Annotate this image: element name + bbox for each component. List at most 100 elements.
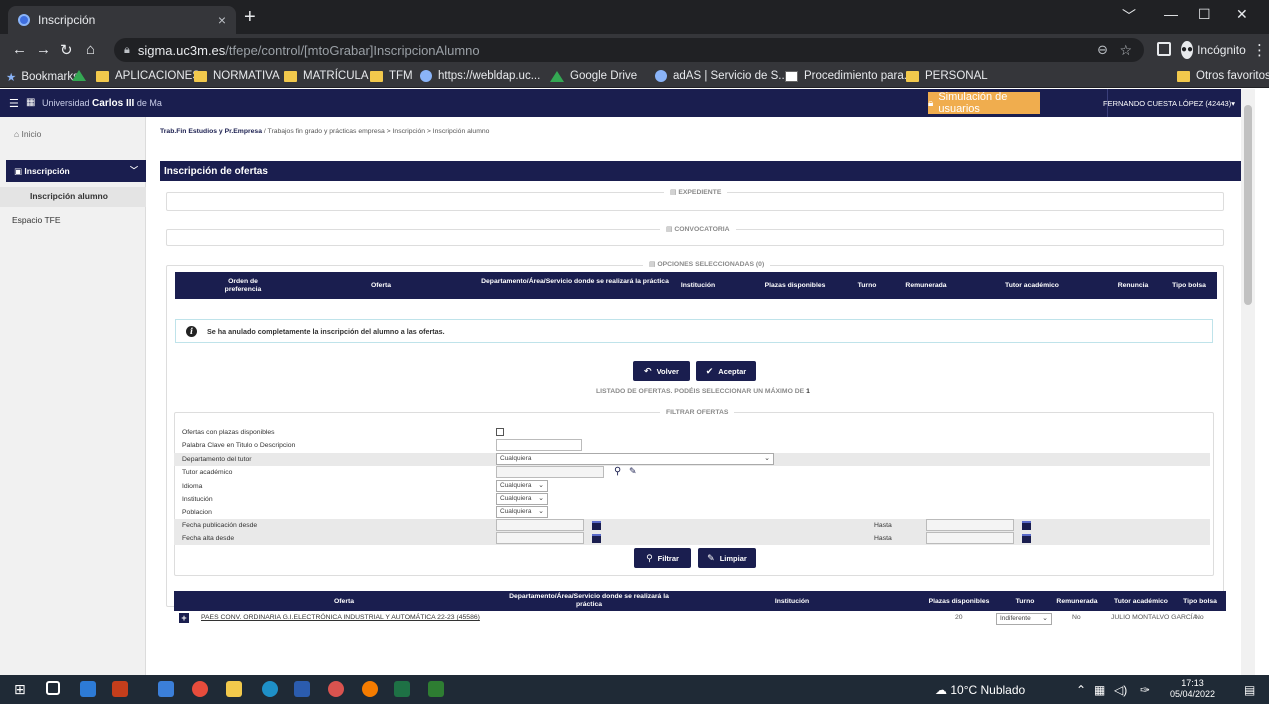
calendar-icon[interactable] bbox=[1022, 521, 1031, 530]
column-header: Tutor académico bbox=[1114, 598, 1168, 605]
tab-close-icon[interactable]: × bbox=[218, 12, 226, 28]
browser-menu-icon[interactable]: ⋮ bbox=[1252, 41, 1267, 59]
site-favicon-icon bbox=[18, 14, 30, 26]
column-header: Institución bbox=[774, 598, 810, 605]
minimize-button[interactable]: — bbox=[1164, 6, 1178, 22]
network-icon[interactable]: ▦ bbox=[1094, 683, 1105, 697]
folder-icon bbox=[1177, 70, 1190, 82]
app-icon[interactable] bbox=[428, 681, 444, 697]
filtrar-button[interactable]: ⚲ Filtrar bbox=[634, 548, 691, 568]
zoom-icon[interactable]: ⊖ bbox=[1097, 42, 1108, 58]
pen-icon[interactable]: ✑ bbox=[1140, 683, 1150, 697]
powerpoint-icon[interactable] bbox=[112, 681, 128, 697]
lock-icon: 🔒︎ bbox=[124, 43, 130, 56]
task-view-icon[interactable] bbox=[46, 681, 60, 695]
system-clock[interactable]: 17:13 05/04/2022 bbox=[1170, 678, 1215, 700]
sidebar-item-inscripcion[interactable]: ▣ Inscripción ﹀ bbox=[6, 160, 146, 182]
limpiar-button[interactable]: ✎ Limpiar bbox=[698, 548, 756, 568]
notifications-icon[interactable]: ▤ bbox=[1244, 683, 1255, 697]
incognito-badge[interactable]: ●● Incógnito bbox=[1181, 39, 1246, 61]
bookmark-webldap[interactable]: https://webldap.uc... bbox=[420, 70, 540, 82]
browser-tab-strip: Inscripción × + ﹀ — ☐ ✕ bbox=[0, 0, 1269, 34]
convocatoria-legend[interactable]: ▤ CONVOCATORIA bbox=[660, 225, 736, 233]
tray-chevron-up-icon[interactable]: ⌃ bbox=[1076, 683, 1086, 697]
url-input[interactable]: 🔒︎ sigma.uc3m.es /tfepe/control/[mtoGrab… bbox=[114, 38, 1144, 62]
chrome-incognito-icon[interactable] bbox=[328, 681, 344, 697]
chrome-icon[interactable] bbox=[192, 681, 208, 697]
department-select[interactable]: Cualquiera ⌄ bbox=[496, 453, 774, 465]
filter-row-departamento: Departamento del tutor Cualquiera ⌄ bbox=[174, 453, 1210, 466]
bookmark-tfm[interactable]: TFM bbox=[370, 70, 413, 82]
browser-tab[interactable]: Inscripción × bbox=[8, 6, 236, 34]
selected-table-header: Orden de preferencia Oferta Departamento… bbox=[175, 272, 1217, 299]
aceptar-button[interactable]: ✔ Aceptar bbox=[696, 361, 756, 381]
calendar-icon[interactable] bbox=[592, 521, 601, 530]
breadcrumb-root[interactable]: Trab.Fin Estudios y Pr.Empresa bbox=[160, 128, 262, 135]
tutor-input[interactable] bbox=[496, 466, 604, 478]
menu-toggle-icon[interactable]: ☰ bbox=[9, 97, 19, 110]
calendar-icon[interactable] bbox=[1022, 534, 1031, 543]
globe-icon bbox=[420, 70, 432, 82]
expand-plus-icon[interactable]: + bbox=[179, 613, 189, 623]
filter-row-tutor: Tutor académico ⚲ ✎ bbox=[182, 466, 637, 478]
town-select[interactable]: Cualquiera ⌄ bbox=[496, 506, 548, 518]
bookmark-bookmarks[interactable]: ★ Bookmarks bbox=[6, 70, 79, 84]
creation-date-to-input[interactable] bbox=[926, 532, 1014, 544]
selected-options-legend[interactable]: ▤ OPCIONES SELECCIONADAS (0) bbox=[643, 260, 771, 268]
bookmark-aplicaciones[interactable]: APLICACIONES bbox=[96, 70, 200, 82]
close-window-button[interactable]: ✕ bbox=[1236, 6, 1248, 23]
sidebar-item-espacio-tfe[interactable]: Espacio TFE bbox=[0, 210, 146, 225]
column-header: Tipo bolsa bbox=[1183, 598, 1217, 605]
table-row: + PAES CONV. ORDINARIA G.I.ELECTRÓNICA I… bbox=[174, 612, 1226, 626]
disponibles-checkbox[interactable] bbox=[496, 428, 504, 436]
eraser-icon[interactable]: ✎ bbox=[629, 466, 637, 477]
side-panel-icon[interactable] bbox=[1157, 42, 1171, 56]
bookmark-matricula[interactable]: MATRÍCULA bbox=[284, 70, 369, 82]
creation-date-from-input[interactable] bbox=[496, 532, 584, 544]
language-select[interactable]: Cualquiera ⌄ bbox=[496, 480, 548, 492]
excel-icon[interactable] bbox=[394, 681, 410, 697]
scroll-thumb[interactable] bbox=[1244, 105, 1252, 305]
calculator-icon[interactable] bbox=[80, 681, 96, 697]
home-icon[interactable]: ⌂ bbox=[86, 41, 95, 58]
search-icon[interactable]: ⚲ bbox=[614, 466, 621, 477]
teams-icon[interactable] bbox=[158, 681, 174, 697]
file-explorer-icon[interactable] bbox=[226, 681, 242, 697]
bookmark-personal[interactable]: PERSONAL bbox=[906, 70, 988, 82]
publication-date-from-input[interactable] bbox=[496, 519, 584, 531]
google-drive-shortcut[interactable] bbox=[72, 70, 92, 81]
speaker-icon[interactable]: ◁) bbox=[1114, 683, 1127, 697]
user-menu[interactable]: FERNANDO CUESTA LÓPEZ (42443)▾ bbox=[1103, 89, 1241, 117]
bookmark-google-drive[interactable]: Google Drive bbox=[550, 70, 637, 82]
offer-link[interactable]: PAES CONV. ORDINARIA G.I.ELECTRÓNICA IND… bbox=[201, 614, 480, 621]
calendar-icon[interactable] bbox=[592, 534, 601, 543]
word-icon[interactable] bbox=[294, 681, 310, 697]
forward-icon[interactable]: → bbox=[36, 41, 51, 58]
reload-icon[interactable]: ↻ bbox=[60, 41, 73, 59]
bookmark-adas[interactable]: adAS | Servicio de S... bbox=[655, 70, 788, 82]
simulate-users-button[interactable]: 🔒︎ Simulación de usuarios bbox=[928, 91, 1040, 115]
volver-button[interactable]: ↶ Volver bbox=[633, 361, 690, 381]
page-scrollbar[interactable] bbox=[1241, 89, 1255, 675]
expediente-legend[interactable]: ▤ EXPEDIENTE bbox=[664, 188, 728, 196]
bookmark-other-favorites[interactable]: Otros favoritos bbox=[1177, 70, 1269, 82]
turno-select[interactable]: Indiferente ⌄ bbox=[996, 613, 1052, 625]
apps-grid-icon[interactable]: ▦ bbox=[26, 97, 35, 108]
windows-start-icon[interactable]: ⊞ bbox=[14, 681, 30, 697]
new-tab-button[interactable]: + bbox=[244, 7, 256, 27]
weather-widget[interactable]: ☁ 10°C Nublado bbox=[935, 683, 1025, 697]
tab-search-icon[interactable]: ﹀ bbox=[1122, 6, 1136, 26]
maximize-button[interactable]: ☐ bbox=[1198, 6, 1211, 23]
back-icon[interactable]: ← bbox=[12, 41, 27, 58]
column-header: Plazas disponibles bbox=[764, 282, 826, 289]
firefox-icon[interactable] bbox=[362, 681, 378, 697]
bookmark-normativa[interactable]: NORMATIVA bbox=[194, 70, 280, 82]
sidebar-item-inicio[interactable]: ⌂ Inicio bbox=[0, 117, 146, 151]
edge-icon[interactable] bbox=[262, 681, 278, 697]
sidebar-item-inscripcion-alumno[interactable]: Inscripción alumno bbox=[0, 187, 146, 207]
keyword-input[interactable] bbox=[496, 439, 582, 451]
institution-select[interactable]: Cualquiera ⌄ bbox=[496, 493, 548, 505]
bookmark-star-icon[interactable]: ☆ bbox=[1119, 42, 1132, 59]
bookmark-procedimiento[interactable]: Procedimiento para... bbox=[785, 70, 913, 82]
publication-date-to-input[interactable] bbox=[926, 519, 1014, 531]
